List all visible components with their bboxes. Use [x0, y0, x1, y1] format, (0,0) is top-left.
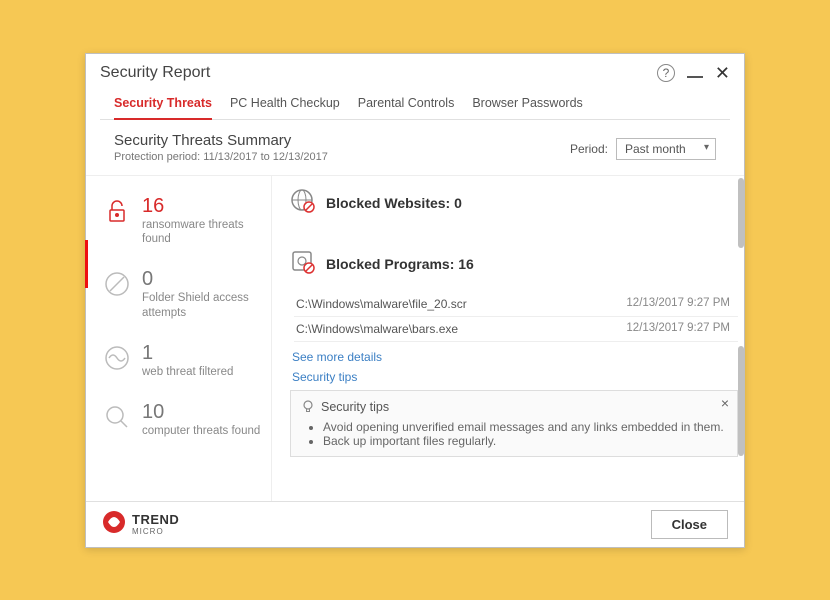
lock-icon [102, 196, 132, 226]
web-threat-count: 1 [142, 343, 233, 363]
content-area: 16 ransomware threats found 0 Folder Shi… [86, 175, 744, 501]
shield-icon [102, 269, 132, 299]
close-icon[interactable]: ✕ [715, 64, 730, 82]
program-path: C:\Windows\malware\bars.exe [296, 322, 458, 336]
titlebar: Security Report ? ✕ [86, 54, 744, 90]
program-list: C:\Windows\malware\file_20.scr 12/13/201… [294, 292, 738, 342]
sidebar: 16 ransomware threats found 0 Folder Shi… [86, 176, 272, 501]
stat-folder-shield[interactable]: 0 Folder Shield access attempts [92, 261, 271, 335]
scrollbar-thumb[interactable] [738, 178, 744, 248]
tips-title-row: Security tips [301, 399, 727, 416]
stat-web-threat[interactable]: 1 web threat filtered [92, 335, 271, 394]
brand-bottom: MICRO [132, 527, 179, 536]
period-select[interactable]: Past month [616, 138, 716, 160]
globe-icon [290, 188, 316, 219]
period-label: Period: [570, 142, 608, 156]
summary-title: Security Threats Summary [114, 132, 328, 149]
folder-shield-label: Folder Shield access attempts [142, 291, 261, 321]
tab-pc-health-checkup[interactable]: PC Health Checkup [230, 90, 340, 119]
blocked-programs-title: Blocked Programs: 16 [326, 256, 474, 272]
tabs: Security Threats PC Health Checkup Paren… [100, 90, 730, 120]
brand: TREND MICRO [102, 510, 179, 539]
tip-item: Back up important files regularly. [323, 434, 727, 448]
web-threat-label: web threat filtered [142, 365, 233, 380]
folder-shield-count: 0 [142, 269, 261, 289]
close-button[interactable]: Close [651, 510, 728, 539]
program-row: C:\Windows\malware\bars.exe 12/13/2017 9… [294, 317, 738, 342]
accent-bar [85, 240, 88, 288]
blocked-websites-title: Blocked Websites: 0 [326, 195, 462, 211]
tab-security-threats[interactable]: Security Threats [114, 90, 212, 120]
period-row: Period: Past month [570, 138, 716, 160]
security-tips-link[interactable]: Security tips [292, 370, 738, 384]
period-value: Past month [625, 142, 686, 156]
brand-text: TREND MICRO [132, 512, 179, 536]
scrollbar[interactable] [736, 176, 744, 501]
minimize-icon[interactable] [687, 76, 703, 78]
protection-period: Protection period: 11/13/2017 to 12/13/2… [114, 151, 328, 163]
tab-browser-passwords[interactable]: Browser Passwords [472, 90, 582, 119]
tips-title: Security tips [321, 400, 389, 414]
tip-item: Avoid opening unverified email messages … [323, 420, 727, 434]
tab-parental-controls[interactable]: Parental Controls [358, 90, 455, 119]
tips-close-icon[interactable]: × [721, 395, 729, 411]
security-report-window: Security Report ? ✕ Security Threats PC … [85, 53, 745, 548]
program-row: C:\Windows\malware\file_20.scr 12/13/201… [294, 292, 738, 317]
title-actions: ? ✕ [657, 64, 730, 82]
security-tips-box: × Security tips Avoid opening unverified… [290, 390, 738, 457]
wave-icon [102, 343, 132, 373]
window-title: Security Report [100, 64, 210, 82]
summary-left: Security Threats Summary Protection peri… [114, 132, 328, 163]
ransomware-label: ransomware threats found [142, 218, 261, 248]
trend-logo-icon [102, 510, 126, 539]
scrollbar-thumb[interactable] [738, 346, 744, 456]
magnifier-icon [102, 402, 132, 432]
computer-threats-count: 10 [142, 402, 260, 422]
stat-computer-threats[interactable]: 10 computer threats found [92, 394, 271, 453]
summary-row: Security Threats Summary Protection peri… [86, 120, 744, 167]
brand-top: TREND [132, 512, 179, 527]
main-panel: Blocked Websites: 0 Blocked Programs: 16… [272, 176, 744, 501]
footer: TREND MICRO Close [86, 501, 744, 547]
program-time: 12/13/2017 9:27 PM [626, 297, 730, 311]
ransomware-count: 16 [142, 196, 261, 216]
program-path: C:\Windows\malware\file_20.scr [296, 297, 467, 311]
see-more-details-link[interactable]: See more details [292, 350, 738, 364]
help-icon[interactable]: ? [657, 64, 675, 82]
blocked-programs-head: Blocked Programs: 16 [290, 249, 738, 280]
computer-threats-label: computer threats found [142, 424, 260, 439]
lightbulb-icon [301, 399, 315, 416]
stat-ransomware[interactable]: 16 ransomware threats found [92, 188, 271, 262]
program-time: 12/13/2017 9:27 PM [626, 322, 730, 336]
program-icon [290, 249, 316, 280]
blocked-websites-head: Blocked Websites: 0 [290, 188, 738, 219]
